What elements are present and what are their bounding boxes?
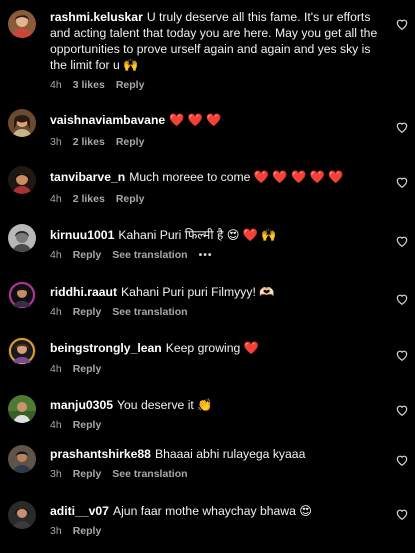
comment-meta: 3h Reply (50, 525, 112, 537)
comment-text: kirnuu1001 Kahani Puri फिल्मी है 😍 ❤️ 🙌 (50, 227, 385, 243)
comment-meta: 4h Reply See translation ••• (50, 249, 224, 261)
comment-body: Keep growing ❤️ (165, 341, 259, 355)
comment-username[interactable]: vaishnaviambavane (50, 113, 165, 127)
comment-username[interactable]: manju0305 (50, 398, 113, 412)
reply-button[interactable]: Reply (116, 193, 145, 205)
see-translation-button[interactable]: See translation (112, 249, 187, 261)
avatar[interactable] (8, 501, 36, 529)
avatar[interactable] (8, 109, 36, 137)
like-heart-icon[interactable] (395, 17, 409, 31)
reply-button[interactable]: Reply (116, 136, 145, 148)
avatar[interactable] (8, 10, 36, 38)
avatar[interactable] (8, 337, 36, 365)
reply-button[interactable]: Reply (73, 468, 102, 480)
like-heart-icon[interactable] (395, 175, 409, 189)
comment-text: vaishnaviambavane ❤️ ❤️ ❤️ (50, 112, 385, 128)
comment-username[interactable]: kirnuu1001 (50, 228, 114, 242)
comment-meta: 4h Reply (50, 363, 112, 375)
reply-button[interactable]: Reply (73, 525, 102, 537)
like-heart-icon[interactable] (395, 507, 409, 521)
comment-text: tanvibarve_n Much moreee to come ❤️ ❤️ ❤️… (50, 169, 385, 185)
comment-time: 4h (50, 249, 62, 261)
comment-time: 4h (50, 419, 62, 431)
reply-button[interactable]: Reply (73, 249, 102, 261)
reply-button[interactable]: Reply (116, 79, 145, 91)
comment-text: manju0305 You deserve it 👏 (50, 397, 385, 413)
comment-meta: 4h Reply (50, 419, 112, 431)
like-heart-icon[interactable] (395, 348, 409, 362)
like-heart-icon[interactable] (395, 292, 409, 306)
like-heart-icon[interactable] (395, 234, 409, 248)
avatar[interactable] (8, 281, 36, 309)
comment-body: Much moreee to come ❤️ ❤️ ❤️ ❤️ ❤️ (129, 170, 344, 184)
comment-body: Ajun faar mothe whaychay bhawa 😍 (112, 504, 312, 518)
avatar[interactable] (8, 224, 36, 252)
comment-username[interactable]: beingstrongly_lean (50, 341, 162, 355)
comment-time: 4h (50, 193, 62, 205)
comment-username[interactable]: riddhi.raaut (50, 285, 117, 299)
comment-time: 3h (50, 468, 62, 480)
see-translation-button[interactable]: See translation (112, 306, 187, 318)
comment-body: ❤️ ❤️ ❤️ (169, 113, 222, 127)
more-options-icon[interactable]: ••• (199, 249, 213, 261)
avatar[interactable] (8, 445, 36, 473)
like-heart-icon[interactable] (395, 403, 409, 417)
comment-body: You deserve it 👏 (117, 398, 213, 412)
comment-text: prashantshirke88 Bhaaai abhi rulayega kya… (50, 446, 385, 462)
see-translation-button[interactable]: See translation (112, 468, 187, 480)
comment-body: Kahani Puri फिल्मी है 😍 ❤️ 🙌 (118, 228, 277, 242)
comment-username[interactable]: aditi__v07 (50, 504, 109, 518)
comment-username[interactable]: prashantshirke88 (50, 447, 151, 461)
comment-username[interactable]: rashmi.keluskar (50, 10, 143, 24)
comment-text: riddhi.raaut Kahani Puri puri Filmyyy! 🫶🏻 (50, 284, 385, 300)
comment-meta: 4h Reply See translation (50, 306, 199, 318)
reply-button[interactable]: Reply (73, 306, 102, 318)
likes-count[interactable]: 2 likes (73, 193, 105, 205)
like-heart-icon[interactable] (395, 453, 409, 467)
comment-text: beingstrongly_lean Keep growing ❤️ (50, 340, 385, 356)
like-heart-icon[interactable] (395, 120, 409, 134)
comment-time: 4h (50, 79, 62, 91)
comment-time: 3h (50, 136, 62, 148)
reply-button[interactable]: Reply (73, 419, 102, 431)
comment-meta: 3h 2 likes Reply (50, 136, 155, 148)
comment-meta: 4h 3 likes Reply (50, 79, 155, 91)
avatar[interactable] (8, 395, 36, 423)
likes-count[interactable]: 3 likes (73, 79, 105, 91)
comment-time: 4h (50, 306, 62, 318)
comment-text: aditi__v07 Ajun faar mothe whaychay bhawa… (50, 503, 385, 519)
avatar[interactable] (8, 166, 36, 194)
comment-time: 4h (50, 363, 62, 375)
comment-body: Bhaaai abhi rulayega kyaaa (154, 447, 306, 461)
comment-text: rashmi.keluskar U truly deserve all this … (50, 9, 385, 73)
comment-meta: 4h 2 likes Reply (50, 193, 155, 205)
comment-meta: 3h Reply See translation (50, 468, 199, 480)
comment-body: Kahani Puri puri Filmyyy! 🫶🏻 (121, 285, 275, 299)
reply-button[interactable]: Reply (73, 363, 102, 375)
comment-username[interactable]: tanvibarve_n (50, 170, 125, 184)
likes-count[interactable]: 2 likes (73, 136, 105, 148)
comment-time: 3h (50, 525, 62, 537)
